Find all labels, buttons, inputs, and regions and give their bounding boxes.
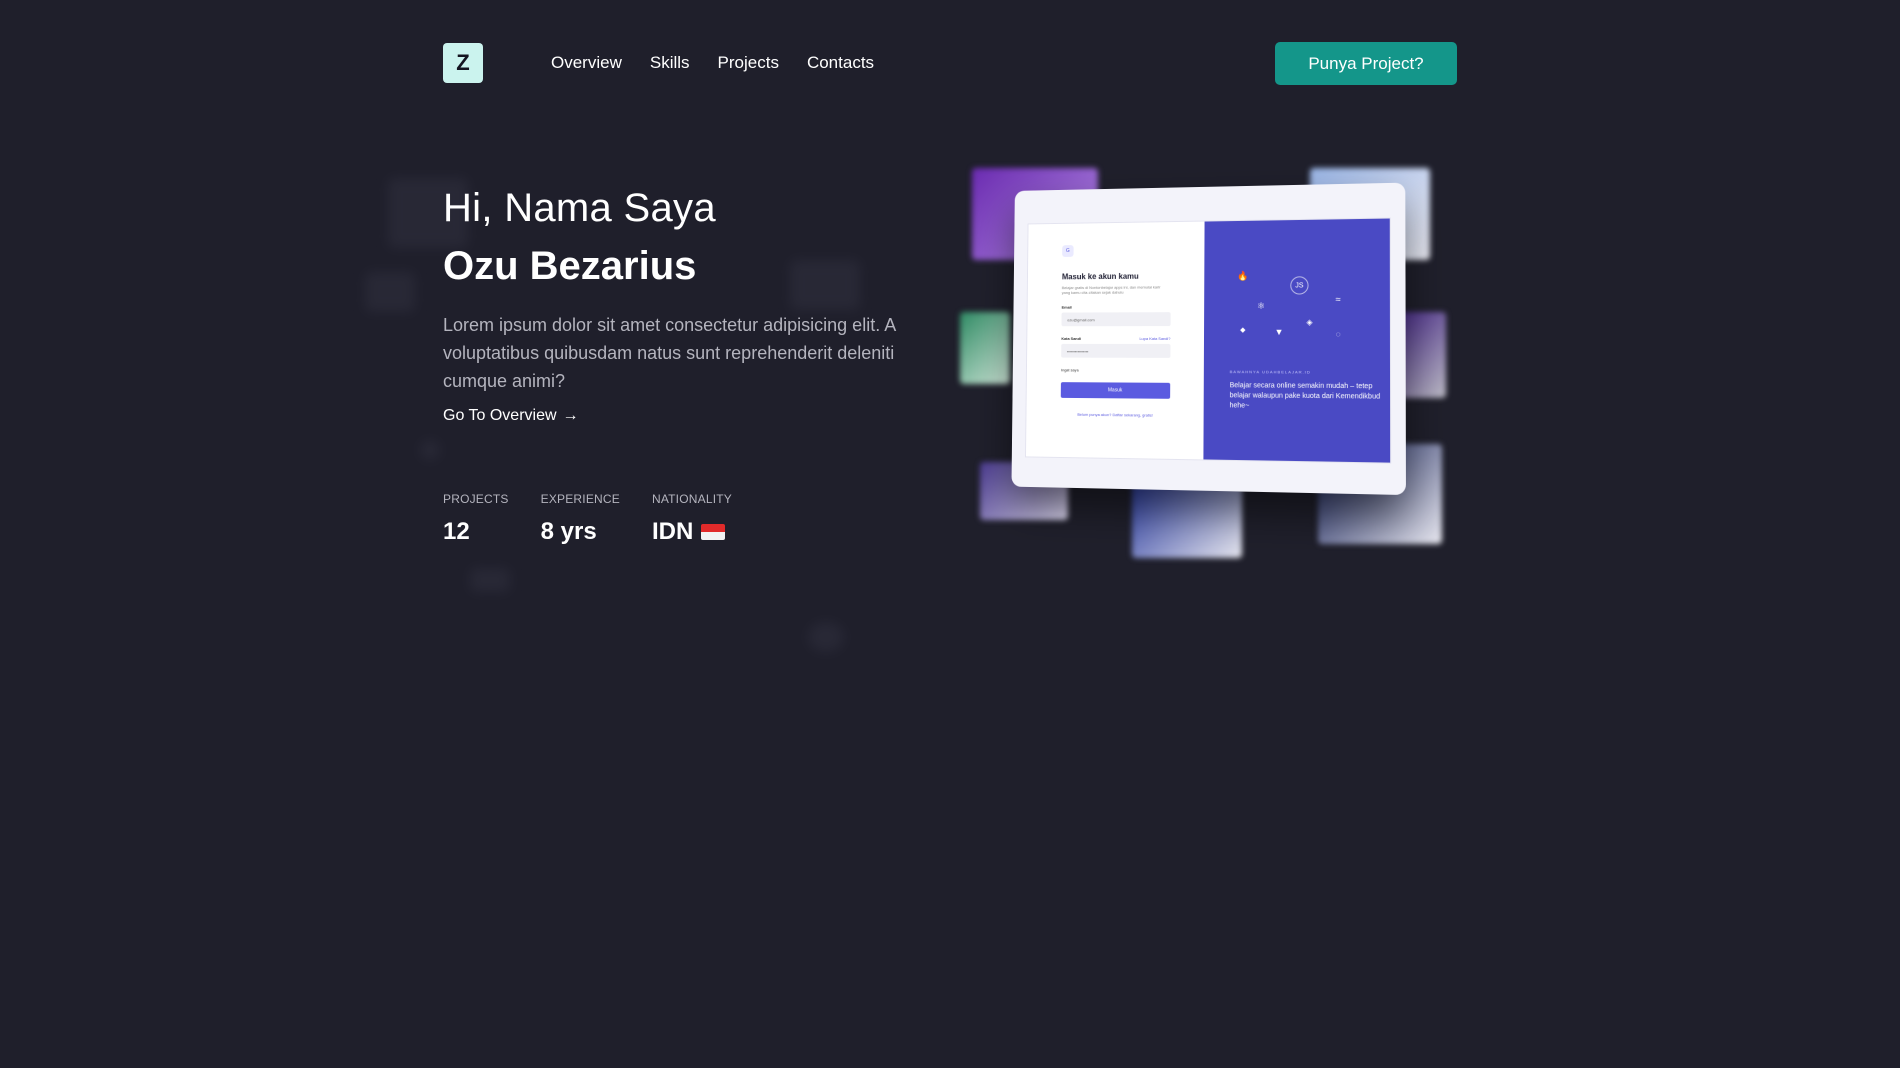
stat-nationality: NATIONALITY IDN	[652, 492, 732, 546]
logo[interactable]: Z	[443, 43, 483, 83]
tailwind-icon: ≈	[1335, 294, 1341, 305]
mock-subtitle: Belajar gratis di Nontonbelajar apps ini…	[1061, 284, 1161, 295]
js-icon: JS	[1290, 276, 1309, 295]
project-mockup: G Masuk ke akun kamu Belajar gratis di N…	[1011, 182, 1406, 496]
indonesia-flag-icon	[701, 524, 726, 540]
mock-password-input: ••••••••••••••••	[1061, 343, 1171, 358]
mock-email-input: ozu@gmail.com	[1061, 312, 1171, 327]
project-thumbnail	[1400, 312, 1446, 398]
background-decor	[470, 568, 510, 592]
stat-value: 12	[443, 518, 470, 545]
mock-submit-button: Masuk	[1060, 382, 1171, 399]
mock-password-row: Kata Sandi Lupa Kata Sandi?	[1061, 336, 1171, 341]
stat-projects: PROJECTS 12	[443, 492, 509, 546]
background-decor	[365, 272, 415, 312]
arrow-right-icon: →	[562, 407, 579, 424]
nav-overview[interactable]: Overview	[551, 53, 622, 73]
mock-right-text: Belajar secara online semakin mudah – te…	[1229, 382, 1381, 410]
mock-email-label: Email	[1061, 304, 1072, 310]
hero-greeting: Hi, Nama Saya	[443, 186, 716, 230]
background-decor	[790, 260, 860, 310]
project-thumbnail	[960, 312, 1010, 384]
stat-experience: EXPERIENCE 8 yrs	[541, 492, 620, 546]
laravel-icon: ◈	[1306, 317, 1313, 327]
react-icon: ⚛	[1256, 300, 1266, 311]
mock-title: Masuk ke akun kamu	[1061, 271, 1139, 282]
redux-icon: ◌	[1335, 329, 1341, 339]
mock-remember: Ingat saya	[1061, 367, 1079, 373]
nav-skills[interactable]: Skills	[650, 53, 690, 73]
hero-description: Lorem ipsum dolor sit amet consectetur a…	[443, 315, 896, 391]
nav-projects[interactable]: Projects	[718, 53, 779, 73]
mock-footer: Belum punya akun? Daftar sekarang, grati…	[1077, 411, 1153, 418]
stat-label: PROJECTS	[443, 492, 509, 506]
mock-right-caption: BAWAHNYA UDAHBELAJAR.ID	[1229, 369, 1311, 375]
cta-button[interactable]: Punya Project?	[1275, 42, 1457, 85]
stat-label: NATIONALITY	[651, 492, 732, 506]
stats: PROJECTS 12 EXPERIENCE 8 yrs NATIONALITY…	[443, 492, 732, 546]
mock-logo-icon: G	[1062, 245, 1074, 257]
background-decor	[420, 440, 440, 460]
stat-label: EXPERIENCE	[540, 492, 620, 506]
fire-icon: 🔥	[1237, 270, 1249, 281]
stat-value: IDN	[652, 518, 732, 546]
background-decor	[808, 622, 844, 652]
go-to-overview-label: Go To Overview	[443, 407, 557, 424]
go-to-overview-link[interactable]: Go To Overview →	[443, 407, 579, 425]
nav-contacts[interactable]: Contacts	[807, 53, 874, 73]
main-nav: Overview Skills Projects Contacts	[551, 53, 874, 73]
vue-icon: ▼	[1274, 326, 1284, 337]
gulp-icon: ◆	[1240, 326, 1246, 334]
hero-name: Ozu Bezarius	[443, 244, 697, 288]
stat-value: 8 yrs	[540, 518, 597, 545]
